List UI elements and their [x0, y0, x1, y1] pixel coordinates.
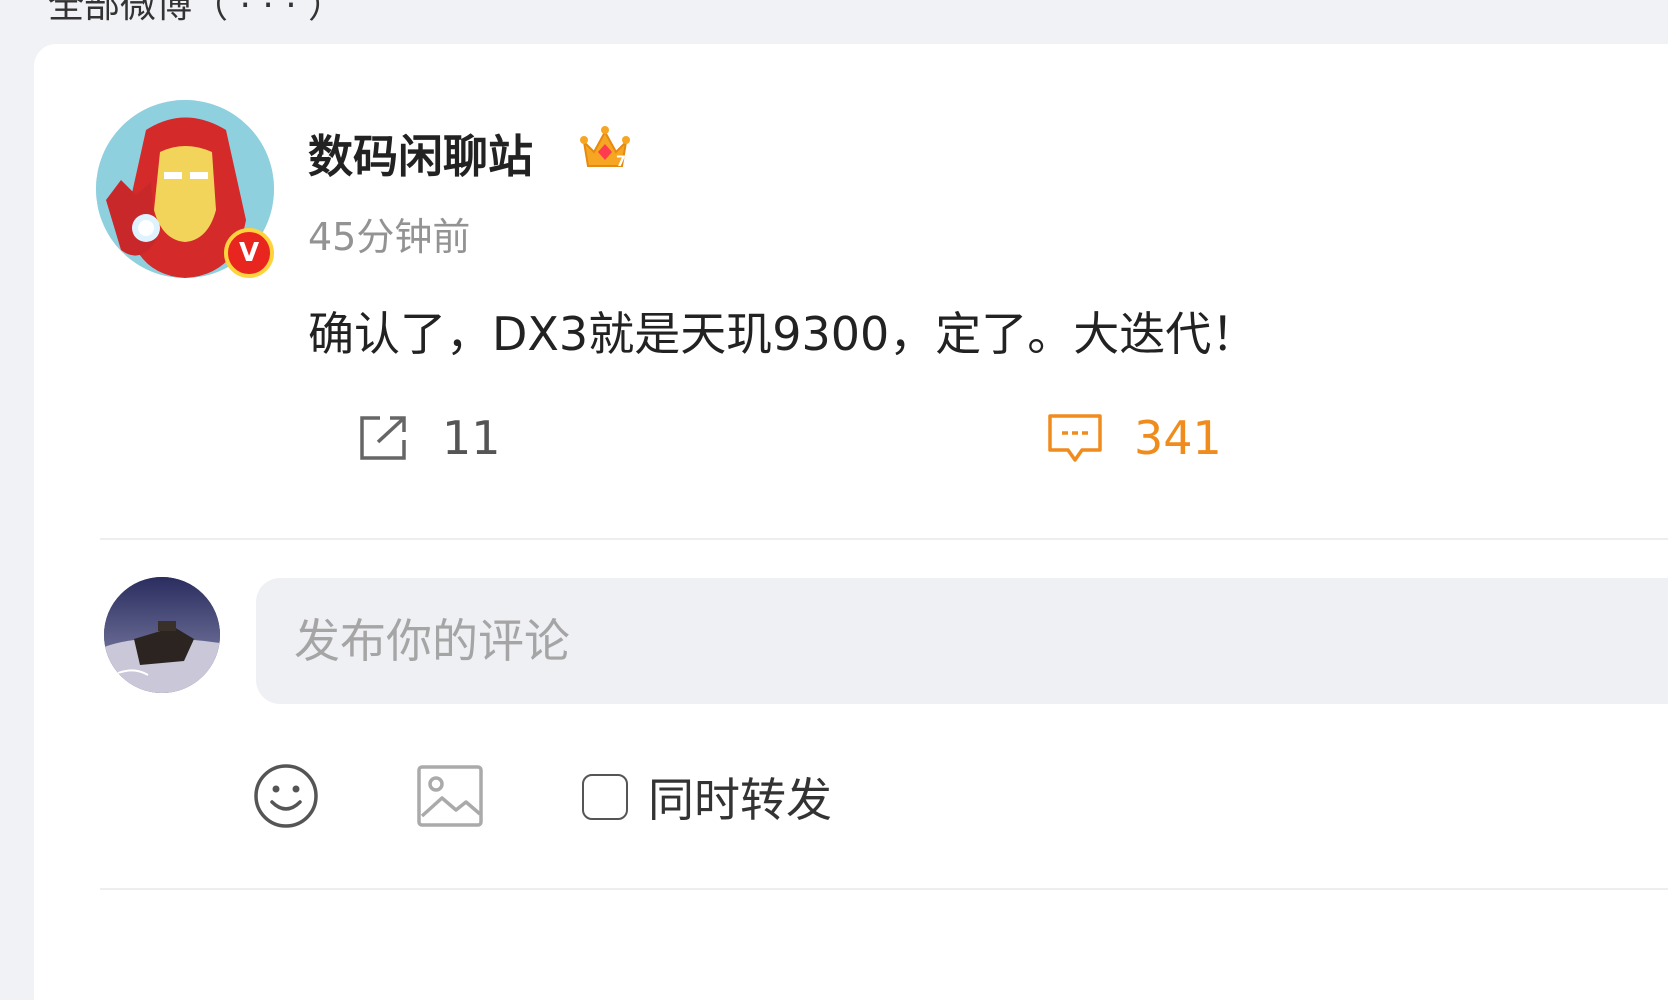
crown-icon[interactable]: 7	[578, 122, 632, 174]
emoji-icon[interactable]	[252, 762, 320, 830]
section-header-partial: 全部微博（ · · · ）	[48, 0, 345, 26]
image-icon[interactable]	[416, 764, 484, 828]
repost-checkbox[interactable]	[582, 774, 628, 820]
post-text: 确认了，DX3就是天玑9300，定了。大迭代！	[308, 307, 1258, 361]
divider	[100, 888, 1668, 890]
verified-badge: V	[224, 228, 274, 278]
post-card	[34, 44, 1668, 1000]
comment-input[interactable]	[256, 578, 1668, 704]
repost-toggle[interactable]: 同时转发	[582, 764, 832, 830]
repost-count: 11	[442, 411, 501, 465]
divider	[100, 538, 1668, 540]
repost-toggle-label: 同时转发	[648, 773, 832, 827]
repost-icon	[360, 416, 406, 460]
comment-icon	[1048, 414, 1102, 462]
author-name[interactable]: 数码闲聊站	[308, 120, 533, 185]
page: 全部微博（ · · · ） V 数码闲聊站 7 45分钟前 确认了，DX3就是天…	[0, 0, 1668, 1000]
comment-button[interactable]: 341	[1046, 408, 1222, 468]
post-time[interactable]: 45分钟前	[308, 206, 470, 261]
comment-count: 341	[1134, 411, 1222, 465]
current-user-avatar[interactable]	[104, 577, 220, 693]
repost-button[interactable]: 11	[356, 408, 501, 468]
svg-text:7: 7	[616, 154, 626, 170]
author-avatar[interactable]: V	[96, 100, 274, 278]
